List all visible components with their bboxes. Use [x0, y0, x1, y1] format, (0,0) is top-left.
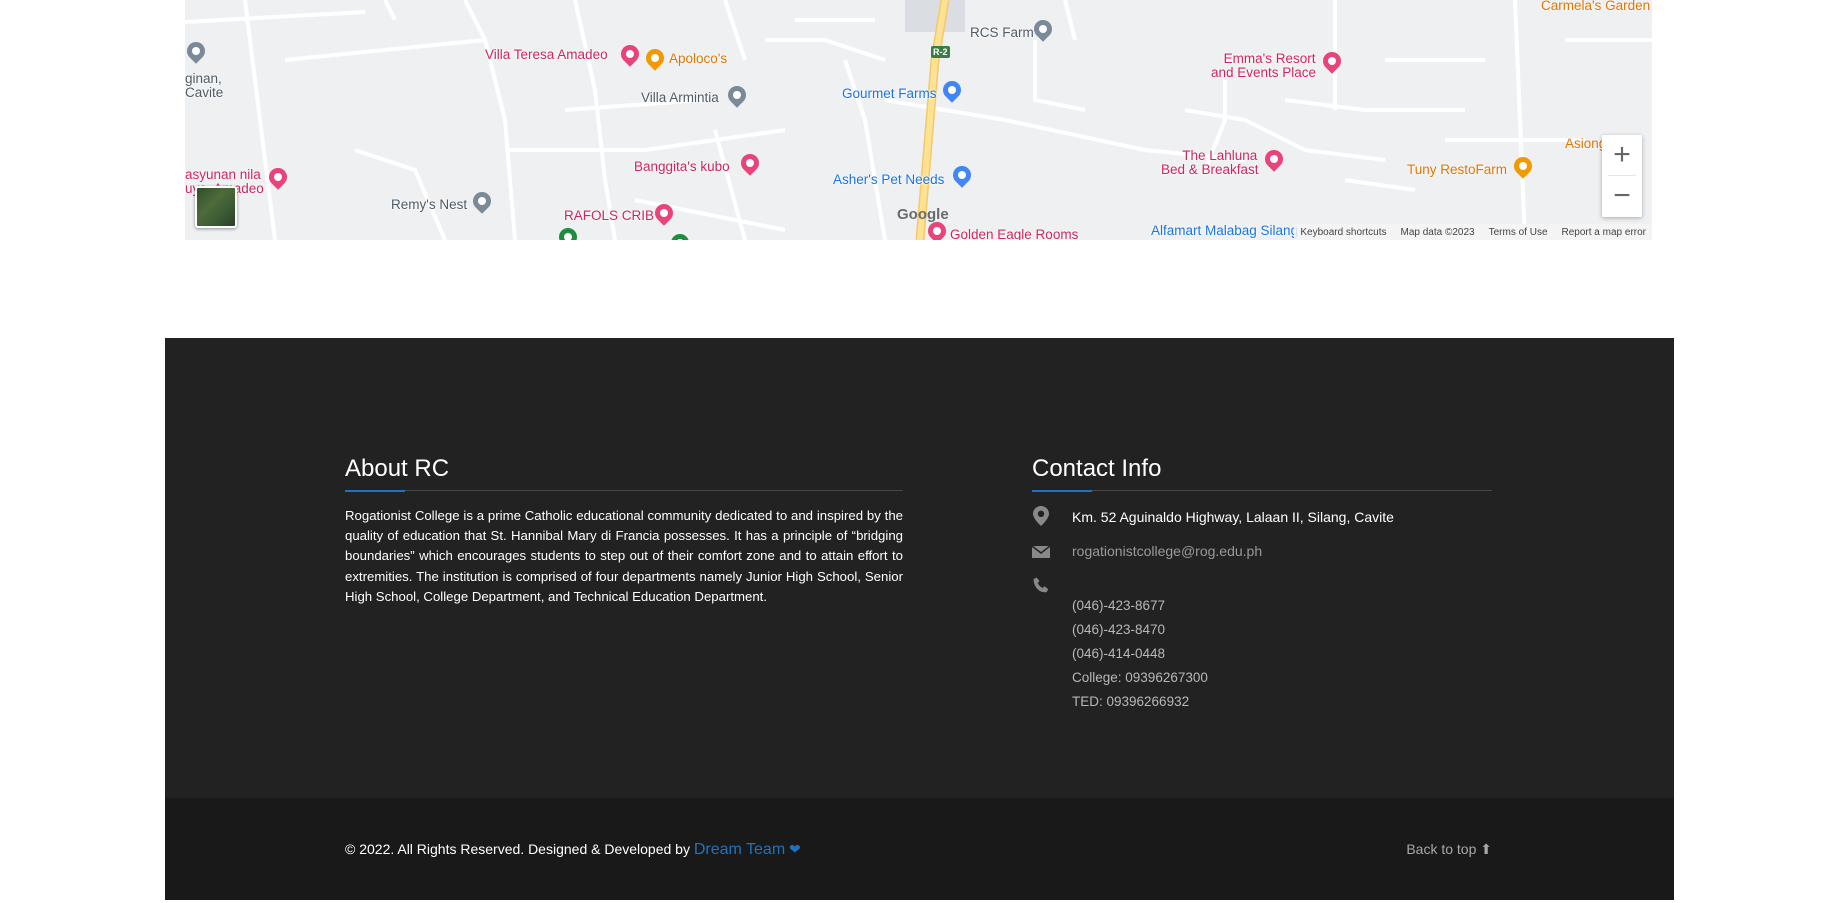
zoom-out-button[interactable]: −	[1602, 176, 1642, 216]
contact-address: Km. 52 Aguinaldo Highway, Lalaan II, Sil…	[1072, 509, 1394, 525]
arrow-up-icon: ⬆	[1480, 841, 1492, 857]
contact-phone: College: 09396267300	[1072, 670, 1208, 685]
back-to-top-link[interactable]: Back to top ⬆	[1406, 841, 1492, 858]
contact-phone: (046)-423-8470	[1072, 622, 1166, 637]
map-marker-icon	[1031, 506, 1051, 530]
map-data-attribution: Map data ©2023	[1400, 226, 1475, 238]
map-place[interactable]: Golden Eagle Rooms	[950, 228, 1078, 241]
heart-icon: ❤	[789, 841, 801, 857]
map-place[interactable]: The Lahluna Bed & Breakfast	[1161, 148, 1259, 177]
map-place[interactable]: RAFOLS CRIB	[564, 209, 654, 223]
route-badge: R-2	[931, 46, 950, 58]
map-attribution-bar: Keyboard shortcuts Map data ©2023 Terms …	[1294, 224, 1652, 240]
embedded-map[interactable]: R-2 Villa Teresa Amadeo Apoloco's Villa …	[185, 0, 1652, 240]
contact-phone: (046)-414-0448	[1072, 646, 1166, 661]
report-map-error-link[interactable]: Report a map error	[1562, 227, 1646, 238]
about-text: Rogationist College is a prime Catholic …	[345, 508, 903, 604]
map-place[interactable]: Remy's Nest	[391, 198, 467, 212]
contact-title-rule	[1032, 490, 1492, 492]
map-place[interactable]: Emma's Resort and Events Place	[1211, 51, 1316, 80]
map-place[interactable]: Asher's Pet Needs	[833, 173, 944, 187]
place-name-line: and Events Place	[1211, 65, 1317, 80]
back-to-top-label: Back to top	[1406, 841, 1477, 857]
map-place[interactable]: RCS Farm	[970, 26, 1034, 40]
map-place[interactable]: Banggita's kubo	[634, 160, 730, 174]
google-logo: Google	[897, 206, 949, 223]
about-title-rule	[345, 490, 903, 492]
envelope-icon	[1031, 543, 1051, 562]
place-name-line: asyunan nila	[185, 167, 261, 182]
map-place[interactable]: Carmela's Garden C	[1541, 0, 1652, 13]
map-place[interactable]: ginan, Cavite	[185, 72, 223, 100]
copyright-label: © 2022. All Rights Reserved. Designed & …	[345, 841, 690, 857]
zoom-in-button[interactable]: +	[1602, 135, 1642, 175]
map-place[interactable]: Alfamart Malabag Silang	[1151, 224, 1298, 238]
title-accent-bar	[345, 490, 405, 492]
contact-phone: TED: 09396266932	[1072, 694, 1190, 709]
contact-title: Contact Info	[1032, 455, 1162, 482]
place-name-line: Bed & Breakfast	[1161, 162, 1259, 177]
map-place[interactable]: Villa Armintia	[641, 91, 719, 105]
footer-bottom-bar: © 2022. All Rights Reserved. Designed & …	[165, 798, 1674, 900]
satellite-toggle-thumbnail[interactable]	[195, 186, 237, 228]
phone-icon	[1031, 577, 1051, 598]
keyboard-shortcuts-link[interactable]: Keyboard shortcuts	[1300, 227, 1386, 238]
map-place[interactable]: Apoloco's	[669, 52, 727, 66]
place-name-line: The Lahluna	[1182, 148, 1258, 163]
copyright-text: © 2022. All Rights Reserved. Designed & …	[345, 841, 801, 859]
terms-of-use-link[interactable]: Terms of Use	[1489, 227, 1548, 238]
zoom-control: + −	[1602, 135, 1642, 217]
title-accent-bar	[1032, 490, 1092, 492]
map-place[interactable]: Villa Teresa Amadeo	[485, 48, 608, 62]
place-name-line: Cavite	[185, 85, 224, 100]
map-place[interactable]: Asiong	[1565, 137, 1606, 151]
map-place[interactable]: Tuny RestoFarm	[1407, 163, 1507, 177]
contact-phone: (046)-423-8677	[1072, 598, 1166, 613]
map-place[interactable]: Gourmet Farms	[842, 87, 937, 101]
dream-team-link[interactable]: Dream Team	[694, 841, 785, 858]
place-name-line: Emma's Resort	[1223, 51, 1316, 66]
contact-email-link[interactable]: rogationistcollege@rog.edu.ph	[1072, 543, 1262, 559]
site-footer: About RC Rogationist College is a prime …	[165, 338, 1674, 800]
about-title: About RC	[345, 455, 450, 482]
place-name-line: ginan,	[185, 71, 222, 86]
